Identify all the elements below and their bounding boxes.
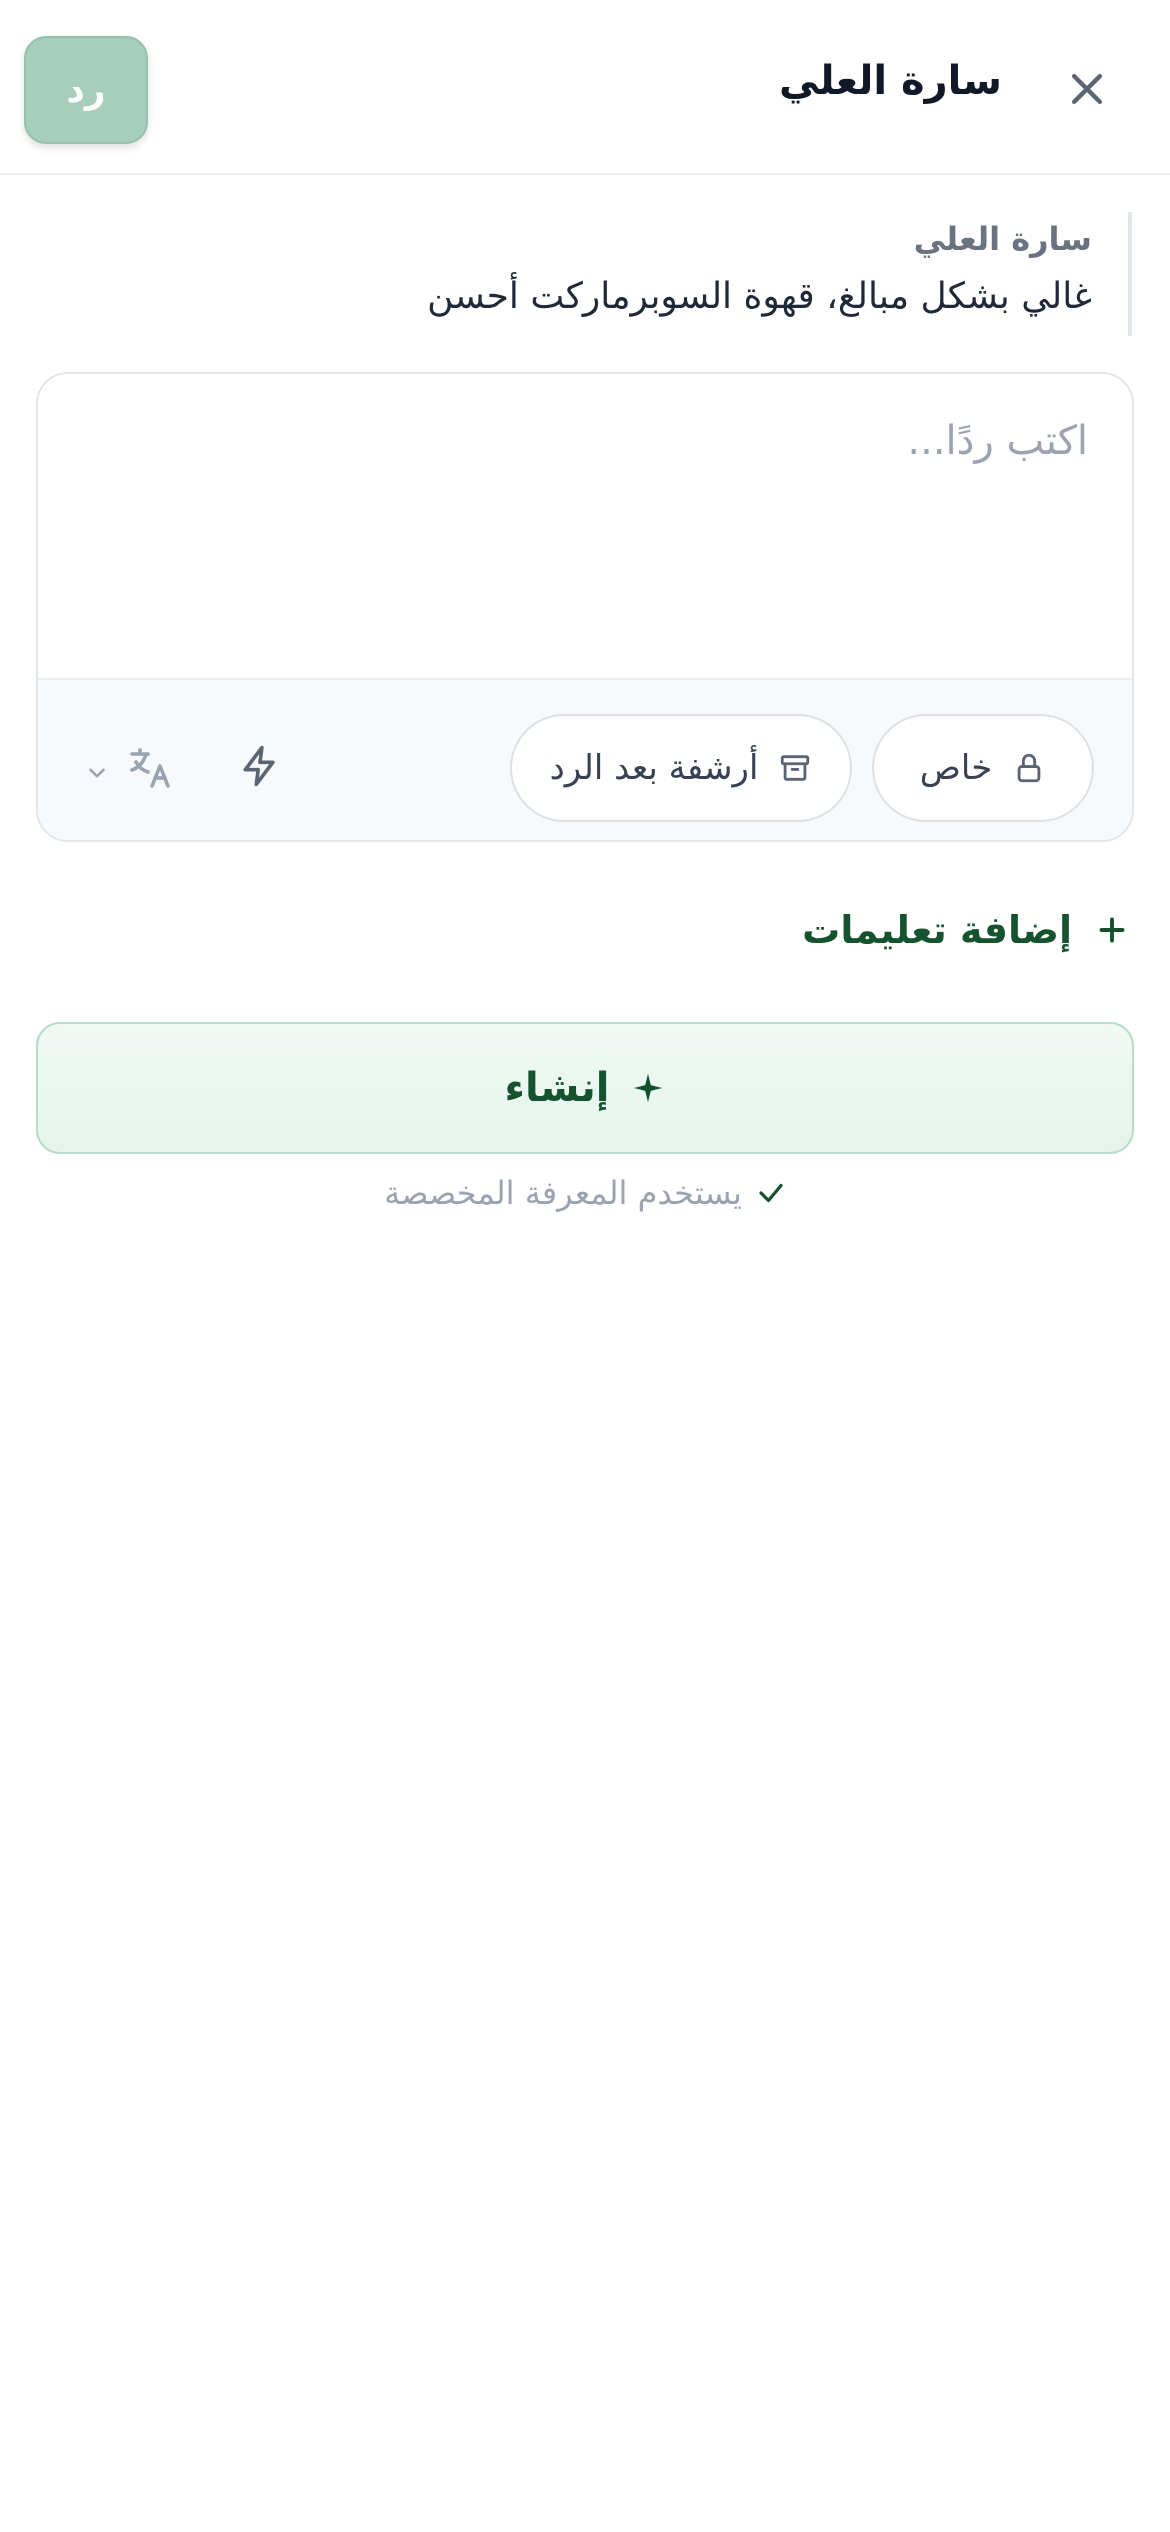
bolt-icon	[243, 745, 275, 787]
close-button[interactable]	[1060, 62, 1114, 116]
generate-button[interactable]: إنشاء	[36, 1022, 1134, 1154]
translate-icon	[130, 748, 170, 788]
generate-label: إنشاء	[504, 1065, 610, 1111]
page-title: سارة العلي	[778, 58, 1002, 104]
archive-after-reply-toggle[interactable]: أرشفة بعد الرد	[510, 714, 852, 822]
translate-button[interactable]	[128, 744, 176, 792]
check-icon	[759, 1183, 783, 1203]
header: سارة العلي رد	[0, 0, 1170, 175]
composer-toolbar: خاص أرشفة بعد الرد	[38, 678, 1132, 840]
quick-reply-button[interactable]	[238, 744, 282, 788]
knowledge-note-text: يستخدم المعرفة المخصصة	[384, 1174, 742, 1212]
add-instructions-link[interactable]: إضافة تعليمات	[802, 900, 1130, 960]
archive-label: أرشفة بعد الرد	[549, 748, 759, 788]
reply-composer: خاص أرشفة بعد الرد	[36, 372, 1134, 842]
plus-icon	[1099, 917, 1125, 943]
private-label: خاص	[919, 748, 993, 788]
reply-screen: سارة العلي رد سارة العلي غالي بشكل مبالغ…	[0, 0, 1170, 2532]
add-instructions-label: إضافة تعليمات	[802, 908, 1072, 952]
lock-icon	[1017, 753, 1041, 783]
quote-author: سارة العلي	[913, 220, 1092, 258]
reply-button[interactable]: رد	[24, 36, 148, 144]
sparkle-icon	[634, 1073, 663, 1103]
private-toggle[interactable]: خاص	[872, 714, 1094, 822]
quote-text: غالي بشكل مبالغ، قهوة السوبرماركت أحسن	[427, 276, 1092, 317]
reply-input[interactable]	[38, 374, 1132, 682]
chevron-down-icon	[89, 768, 105, 778]
quoted-message: سارة العلي غالي بشكل مبالغ، قهوة السوبرم…	[132, 212, 1132, 336]
translate-dropdown[interactable]	[84, 760, 110, 786]
archive-icon	[781, 755, 810, 781]
close-icon	[1071, 73, 1103, 105]
knowledge-note: يستخدم المعرفة المخصصة	[0, 1174, 1170, 1212]
